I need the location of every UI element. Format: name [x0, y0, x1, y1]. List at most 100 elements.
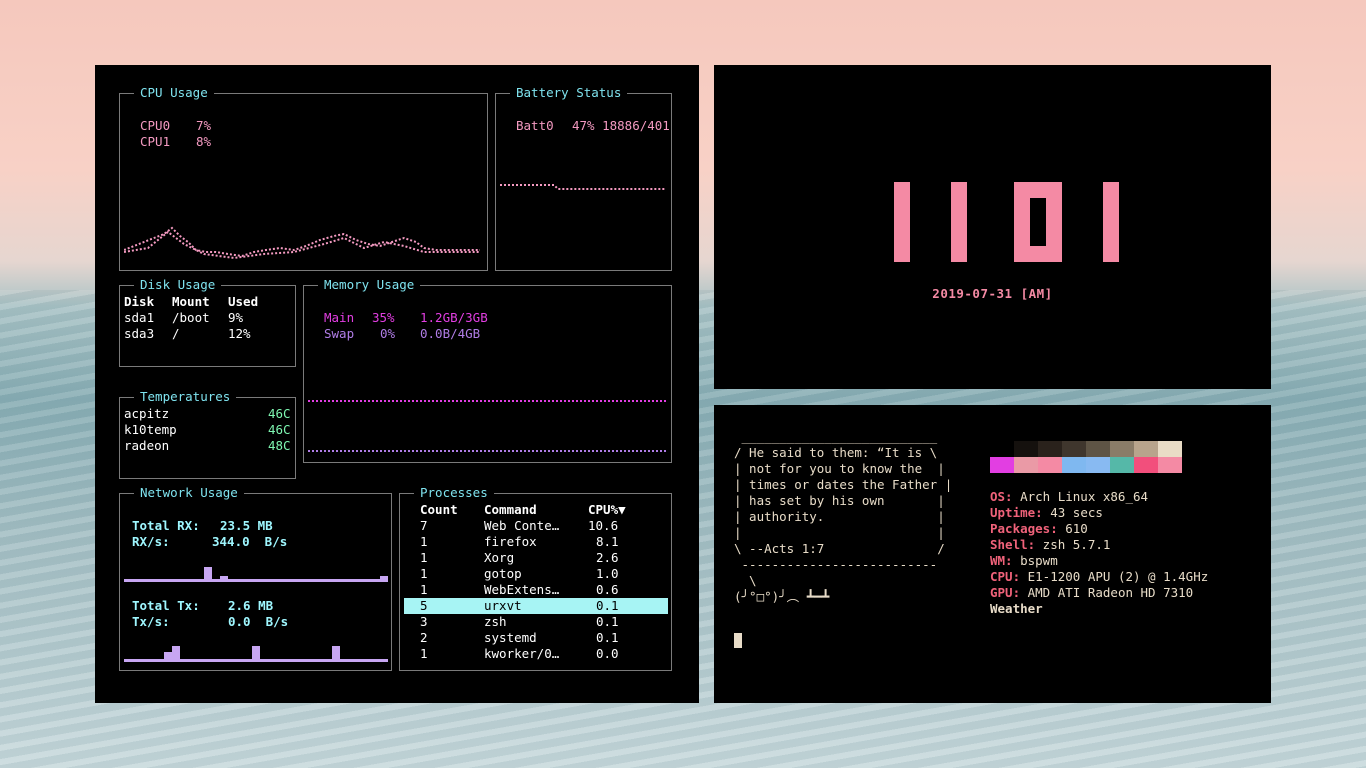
process-command: urxvt — [484, 598, 522, 613]
process-row-selected[interactable]: 5 urxvt 0.1 — [404, 598, 668, 614]
disk-row-1-used: 9% — [228, 310, 244, 325]
info-line-packages: Packages: 610 — [990, 521, 1088, 537]
rx-sparkline-baseline — [124, 579, 388, 582]
info-label: OS: — [990, 489, 1013, 504]
network-usage-title: Network Usage — [134, 485, 244, 501]
process-command: firefox — [484, 534, 537, 549]
process-cpu: 10.6 — [588, 518, 619, 533]
rx-rate-label: RX/s: — [132, 534, 170, 549]
quote-line: __________________________ — [734, 429, 938, 444]
info-value: E1-1200 APU (2) @ 1.4GHz — [1020, 569, 1209, 584]
quote-line: \ — [734, 573, 757, 588]
palette-swatch — [1110, 457, 1134, 473]
info-label: GPU: — [990, 585, 1021, 600]
fetch-terminal[interactable]: __________________________ / He said to … — [714, 405, 1271, 703]
quote-line: | not for you to know the | — [734, 461, 945, 476]
process-command: WebExtens… — [484, 582, 560, 597]
processes-title: Processes — [414, 485, 494, 501]
info-line-wm: WM: bspwm — [990, 553, 1058, 569]
temp-value-1: 46C — [268, 406, 291, 421]
info-value: 43 secs — [1042, 505, 1103, 520]
gotop-terminal[interactable]: CPU Usage CPU0 7% CPU1 8% Battery Status… — [95, 65, 699, 703]
battery-status-title: Battery Status — [510, 85, 628, 101]
process-row[interactable]: 2 systemd 0.1 — [404, 630, 668, 646]
proc-header-command[interactable]: Command — [484, 502, 537, 518]
process-row[interactable]: 1 kworker/0… 0.0 — [404, 646, 668, 662]
network-usage-panel: Network Usage Total RX: 23.5 MB RX/s: 34… — [119, 485, 392, 671]
battery-value: 47% 18886/401 — [572, 118, 670, 133]
memory-main-label: Main — [324, 310, 355, 325]
palette-swatch — [1014, 457, 1038, 473]
tx-sparkline-bar — [332, 646, 340, 661]
palette-swatch — [1134, 457, 1158, 473]
tx-rate-value: 0.0 B/s — [228, 614, 289, 629]
disk-header-disk: Disk — [124, 294, 155, 309]
rx-rate-value: 344.0 B/s — [212, 534, 288, 549]
tx-sparkline-bar — [172, 646, 180, 661]
process-cpu: 8.1 — [596, 534, 619, 549]
palette-swatch — [1038, 441, 1062, 457]
proc-header-cpu[interactable]: CPU%▼ — [588, 502, 626, 518]
process-command: zsh — [484, 614, 507, 629]
info-line-cpu: CPU: E1-1200 APU (2) @ 1.4GHz — [990, 569, 1208, 585]
palette-swatch — [990, 457, 1014, 473]
temp-value-3: 48C — [268, 438, 291, 453]
processes-header: Count Command CPU%▼ — [404, 502, 668, 518]
disk-header-used: Used — [228, 294, 259, 309]
quote-line: | times or dates the Father | — [734, 477, 953, 492]
cpu-usage-panel: CPU Usage CPU0 7% CPU1 8% — [119, 85, 488, 271]
process-row[interactable]: 1 gotop 1.0 — [404, 566, 668, 582]
info-value: 610 — [1057, 521, 1088, 536]
info-line-shell: Shell: zsh 5.7.1 — [990, 537, 1110, 553]
process-count: 2 — [420, 630, 428, 645]
info-value: bspwm — [1012, 553, 1058, 568]
disk-row-1-mount: /boot — [172, 310, 210, 325]
process-cpu: 0.0 — [596, 646, 619, 661]
process-row[interactable]: 1 WebExtens… 0.6 — [404, 582, 668, 598]
info-label: Shell: — [990, 537, 1036, 552]
process-row[interactable]: 3 zsh 0.1 — [404, 614, 668, 630]
palette-swatch — [1086, 457, 1110, 473]
cpu1-value: 8% — [196, 134, 212, 149]
memory-swap-label: Swap — [324, 326, 355, 341]
disk-usage-title: Disk Usage — [134, 277, 222, 293]
process-row[interactable]: 7 Web Conte… 10.6 — [404, 518, 668, 534]
info-label: Packages: — [990, 521, 1058, 536]
info-label: WM: — [990, 553, 1013, 568]
clock-digit-2 — [951, 182, 967, 262]
info-line-os: OS: Arch Linux x86_64 — [990, 489, 1148, 505]
proc-header-count[interactable]: Count — [420, 502, 458, 518]
process-cpu: 2.6 — [596, 550, 619, 565]
disk-row-2-mount: / — [172, 326, 180, 341]
memory-usage-title: Memory Usage — [318, 277, 421, 293]
process-count: 1 — [420, 550, 428, 565]
info-value: zsh 5.7.1 — [1035, 537, 1111, 552]
memory-main-value: 1.2GB/3GB — [420, 310, 488, 325]
process-row[interactable]: 1 firefox 8.1 — [404, 534, 668, 550]
rx-sparkline-bar — [220, 576, 228, 581]
process-count: 1 — [420, 646, 428, 661]
palette-swatch — [1038, 457, 1062, 473]
memory-swap-value: 0.0B/4GB — [420, 326, 481, 341]
disk-header-mount: Mount — [172, 294, 210, 309]
rx-total-value: 23.5 MB — [220, 518, 273, 533]
battery-name: Batt0 — [516, 118, 554, 133]
info-label: Uptime: — [990, 505, 1043, 520]
clock-digit-1 — [894, 182, 910, 262]
info-value: Arch Linux x86_64 — [1012, 489, 1149, 504]
info-label: CPU: — [990, 569, 1021, 584]
process-row[interactable]: 1 Xorg 2.6 — [404, 550, 668, 566]
clock-terminal[interactable]: 2019-07-31 [AM] — [714, 65, 1271, 389]
clock-digit-3-hole — [1030, 198, 1046, 246]
disk-row-2-disk: sda3 — [124, 326, 155, 341]
process-count: 5 — [420, 598, 428, 613]
palette-swatch — [1014, 441, 1038, 457]
tx-sparkline-bar — [252, 646, 260, 661]
quote-line: | has set by his own | — [734, 493, 945, 508]
processes-panel: Processes Count Command CPU%▼ 7 Web Cont… — [399, 485, 672, 671]
process-command: Web Conte… — [484, 518, 560, 533]
rx-sparkline-bar — [380, 576, 388, 581]
process-cpu: 0.1 — [596, 598, 619, 613]
quote-line: -------------------------- — [734, 557, 938, 572]
palette-swatch — [1134, 441, 1158, 457]
